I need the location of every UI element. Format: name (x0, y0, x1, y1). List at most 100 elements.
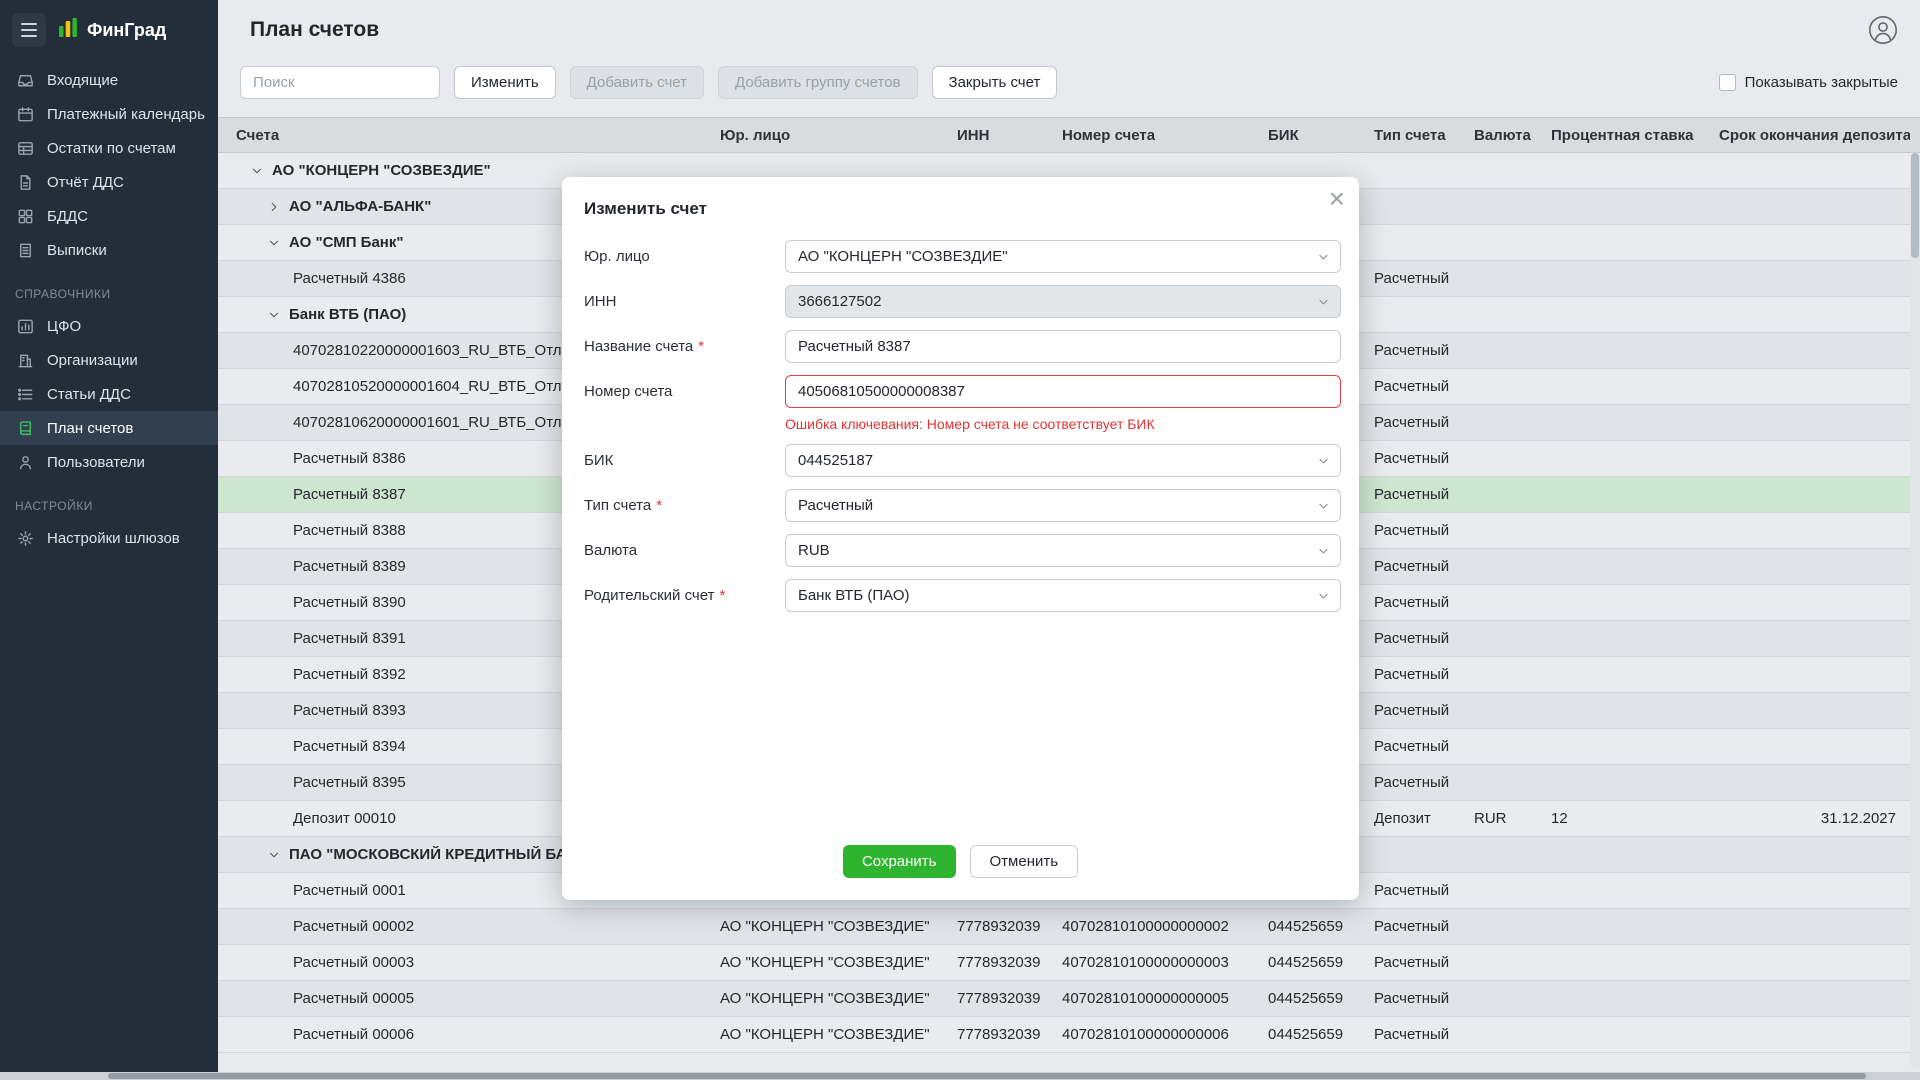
sidebar-item-dds-report[interactable]: Отчёт ДДС (0, 165, 218, 199)
chevron-down-icon[interactable] (250, 164, 264, 178)
sidebar-item-cfo[interactable]: ЦФО (0, 309, 218, 343)
menu-toggle-button[interactable] (12, 13, 46, 47)
field-cell-bik: 044525187 (785, 444, 1341, 477)
sidebar: ФинГрад Входящие Платежный календарьОстат… (0, 0, 218, 1080)
field-label-text: Родительский счет (584, 587, 714, 604)
account-row[interactable]: Расчетный 00003АО "КОНЦЕРН "СОЗВЕЗДИЕ"77… (218, 945, 1920, 981)
field-currency[interactable]: RUB (785, 534, 1341, 567)
toolbar-buttons: ИзменитьДобавить счетДобавить группу сче… (454, 66, 1057, 99)
column-header-0: Счета (218, 127, 720, 144)
field-bik[interactable]: 044525187 (785, 444, 1341, 477)
inn-cell: 7778932039 (957, 954, 1062, 971)
chevron-down-icon[interactable] (267, 236, 281, 250)
bik-cell: 044525659 (1268, 1026, 1374, 1043)
sidebar-item-payment-calendar[interactable]: Платежный календарь (0, 97, 218, 131)
app-name: ФинГрад (87, 20, 166, 41)
vertical-scrollbar-thumb[interactable] (1911, 153, 1919, 258)
close-icon[interactable]: × (1329, 185, 1345, 213)
field-account-name[interactable]: Расчетный 8387 (785, 330, 1341, 363)
field-cell-inn: 3666127502 (785, 285, 1341, 318)
field-cell-currency: RUB (785, 534, 1341, 567)
column-header-8: Срок окончания депозита (1719, 127, 1910, 144)
edit-button[interactable]: Изменить (454, 66, 556, 99)
field-account-type[interactable]: Расчетный (785, 489, 1341, 522)
search-input[interactable] (240, 66, 440, 99)
sidebar-item-statements[interactable]: Выписки (0, 233, 218, 267)
chevron-down-icon[interactable] (267, 848, 281, 862)
sidebar-item-inbox[interactable]: Входящие (0, 63, 218, 97)
legal-entity-cell: АО "КОНЦЕРН "СОЗВЕЗДИЕ" (720, 1026, 957, 1043)
show-closed-checkbox[interactable] (1719, 74, 1736, 91)
sidebar-item-account-balances[interactable]: Остатки по счетам (0, 131, 218, 165)
sidebar-item-dds-articles[interactable]: Статьи ДДС (0, 377, 218, 411)
chevron-right-icon[interactable] (267, 200, 281, 214)
account-type-cell: Расчетный (1374, 738, 1474, 755)
account-name: Расчетный 8393 (293, 702, 406, 719)
sidebar-item-label: Выписки (47, 242, 107, 259)
field-label-text: Номер счета (584, 383, 672, 400)
sidebar-item-gateway-settings[interactable]: Настройки шлюзов (0, 521, 218, 555)
add-account-button: Добавить счет (570, 66, 704, 99)
save-button[interactable]: Сохранить (843, 845, 956, 878)
articles-icon (15, 384, 35, 404)
sidebar-item-label: ЦФО (47, 318, 81, 335)
field-parent-account[interactable]: Банк ВТБ (ПАО) (785, 579, 1341, 612)
field-label-text: Валюта (584, 542, 637, 559)
account-name: Расчетный 8390 (293, 594, 406, 611)
cancel-button[interactable]: Отменить (970, 845, 1079, 878)
sidebar-item-label: БДДС (47, 208, 88, 225)
chevron-down-icon[interactable] (267, 308, 281, 322)
sidebar-item-bdds[interactable]: БДДС (0, 199, 218, 233)
user-avatar-icon[interactable] (1868, 15, 1898, 45)
calendar-icon (15, 104, 35, 124)
edit-account-modal: × Изменить счет Юр. лицоАО "КОНЦЕРН "СОЗ… (562, 177, 1359, 900)
legal-entity-cell: АО "КОНЦЕРН "СОЗВЕЗДИЕ" (720, 954, 957, 971)
sidebar-item-label: План счетов (47, 420, 133, 437)
statements-icon (15, 240, 35, 260)
inbox-icon (15, 70, 35, 90)
account-name: ПАО "МОСКОВСКИЙ КРЕДИТНЫЙ БАН (289, 846, 577, 863)
field-account-number[interactable]: 40506810500000008387 (785, 375, 1341, 408)
account-type-cell: Расчетный (1374, 342, 1474, 359)
users-icon (15, 452, 35, 472)
account-row[interactable]: Расчетный 00002АО "КОНЦЕРН "СОЗВЕЗДИЕ"77… (218, 909, 1920, 945)
chevron-down-icon (1317, 544, 1330, 557)
field-label-bik: БИК (584, 444, 785, 477)
field-label-legal-entity: Юр. лицо (584, 240, 785, 273)
account-type-cell: Расчетный (1374, 450, 1474, 467)
chevron-down-icon (1317, 295, 1330, 308)
sidebar-item-organizations[interactable]: Организации (0, 343, 218, 377)
chevron-down-icon (1317, 250, 1330, 263)
column-header-3: Номер счета (1062, 127, 1268, 144)
account-name: Расчетный 00002 (293, 918, 414, 935)
show-closed-toggle[interactable]: Показывать закрытые (1719, 74, 1898, 91)
close-account-button[interactable]: Закрыть счет (932, 66, 1058, 99)
app-logo: ФинГрад (56, 16, 166, 45)
sidebar-section-title: НАСТРОЙКИ (0, 479, 218, 521)
sidebar-item-chart-of-accounts[interactable]: План счетов (0, 411, 218, 445)
account-type-cell: Расчетный (1374, 918, 1474, 935)
account-row[interactable]: Расчетный 00005АО "КОНЦЕРН "СОЗВЕЗДИЕ"77… (218, 981, 1920, 1017)
field-value: АО "КОНЦЕРН "СОЗВЕЗДИЕ" (798, 248, 1008, 265)
field-value: 044525187 (798, 452, 873, 469)
account-type-cell: Расчетный (1374, 1026, 1474, 1043)
chevron-down-icon (1317, 454, 1330, 467)
sidebar-item-label: Входящие (47, 72, 118, 89)
field-legal-entity[interactable]: АО "КОНЦЕРН "СОЗВЕЗДИЕ" (785, 240, 1341, 273)
field-inn[interactable]: 3666127502 (785, 285, 1341, 318)
field-value: Банк ВТБ (ПАО) (798, 587, 910, 604)
gear-icon (15, 528, 35, 548)
account-name: Расчетный 8387 (293, 486, 406, 503)
field-label-account-type: Тип счета* (584, 489, 785, 522)
field-label-text: Юр. лицо (584, 248, 650, 265)
account-name: Расчетный 8395 (293, 774, 406, 791)
account-row[interactable]: Расчетный 00006АО "КОНЦЕРН "СОЗВЕЗДИЕ"77… (218, 1017, 1920, 1053)
field-label-account-number: Номер счета (584, 375, 785, 432)
account-type-cell: Расчетный (1374, 522, 1474, 539)
horizontal-scrollbar-thumb[interactable] (108, 1073, 1866, 1079)
column-header-4: БИК (1268, 127, 1374, 144)
account-name: Банк ВТБ (ПАО) (289, 306, 406, 323)
account-name-cell: Расчетный 00003 (218, 954, 720, 971)
sidebar-item-users[interactable]: Пользователи (0, 445, 218, 479)
account-type-cell: Депозит (1374, 810, 1474, 827)
